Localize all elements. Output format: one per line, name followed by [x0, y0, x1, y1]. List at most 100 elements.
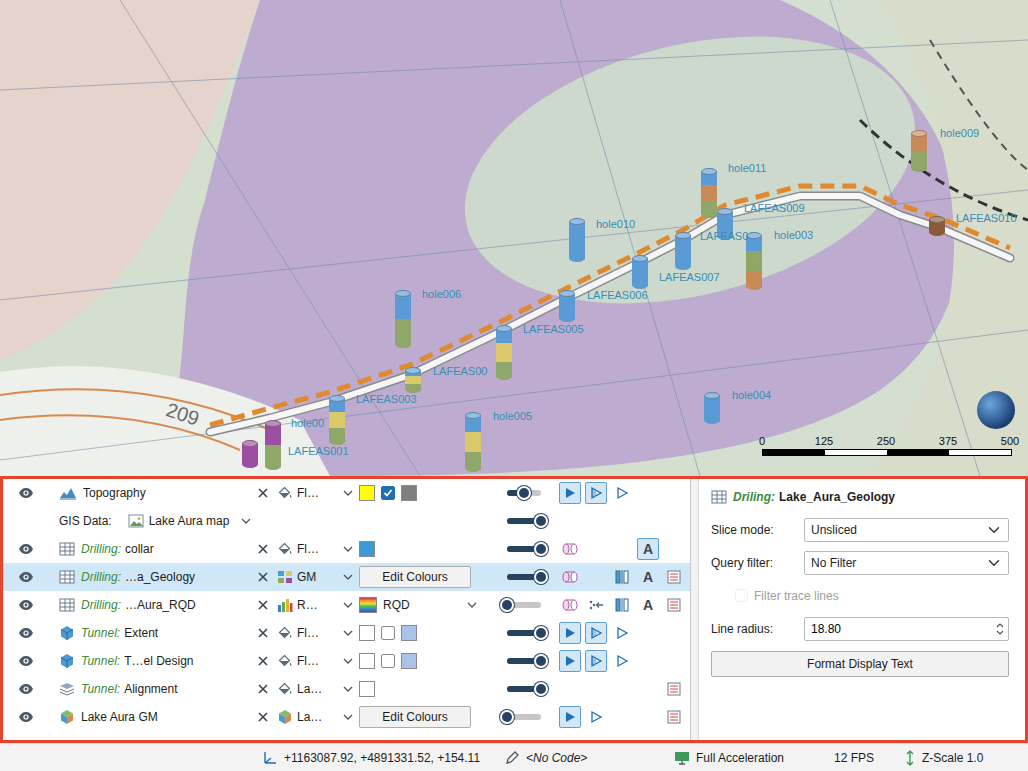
spin-box[interactable] — [804, 617, 1009, 641]
chevron-icon[interactable] — [343, 546, 353, 552]
drillhole[interactable] — [496, 325, 512, 380]
opacity-slider[interactable] — [507, 518, 541, 524]
colour-swatch[interactable] — [359, 681, 375, 697]
map-select[interactable]: Lake Aura map — [149, 512, 230, 530]
visibility-eye-icon[interactable] — [18, 655, 34, 667]
table-button[interactable] — [663, 678, 685, 700]
table-button[interactable] — [663, 566, 685, 588]
play-button[interactable] — [559, 482, 581, 504]
style-select[interactable]: Fl… — [277, 624, 353, 642]
opacity-slider[interactable] — [507, 546, 541, 552]
slider-knob[interactable] — [534, 654, 548, 668]
triangle-button[interactable] — [611, 482, 633, 504]
visibility-eye-icon[interactable] — [18, 711, 34, 723]
bars-button[interactable] — [611, 594, 633, 616]
remove-x-icon[interactable] — [257, 487, 269, 499]
chevron-icon[interactable] — [343, 714, 353, 720]
colour-swatch[interactable] — [359, 541, 375, 557]
slider-knob[interactable] — [500, 710, 514, 724]
splitter[interactable] — [691, 479, 699, 740]
remove-x-icon[interactable] — [257, 683, 269, 695]
drillhole[interactable] — [569, 218, 585, 262]
style-select[interactable]: La… — [277, 708, 353, 726]
chevron-icon[interactable] — [343, 630, 353, 636]
drillhole[interactable] — [675, 232, 691, 270]
chevron-icon[interactable] — [343, 658, 353, 664]
colour-swatch[interactable] — [401, 485, 417, 501]
slider-knob[interactable] — [500, 598, 514, 612]
slider-knob[interactable] — [534, 626, 548, 640]
play-button[interactable] — [559, 706, 581, 728]
drillhole[interactable] — [395, 290, 411, 348]
label-button[interactable]: A — [637, 566, 659, 588]
chevron-icon[interactable] — [343, 602, 353, 608]
drillhole[interactable] — [701, 168, 717, 218]
cylinder-button[interactable] — [559, 538, 581, 560]
orientation-globe-icon[interactable] — [977, 391, 1015, 429]
style-select[interactable]: Fl… — [277, 484, 353, 502]
table-button[interactable] — [663, 706, 685, 728]
bars-button[interactable] — [611, 566, 633, 588]
opacity-slider[interactable] — [507, 490, 541, 496]
layer-row[interactable]: Drilling:…Aura_RQDR…RQDA — [3, 591, 690, 619]
style-select[interactable]: GM — [277, 568, 353, 586]
layer-row[interactable]: GIS Data:Lake Aura map — [3, 507, 690, 535]
spin-arrows-icon[interactable] — [996, 622, 1004, 636]
dropdown[interactable]: Unsliced — [804, 518, 1009, 542]
play-button[interactable] — [559, 622, 581, 644]
label-button[interactable]: A — [637, 538, 659, 560]
arrows-button[interactable] — [585, 594, 607, 616]
format-display-text-button[interactable]: Format Display Text — [711, 651, 1009, 677]
cylinder-button[interactable] — [559, 566, 581, 588]
slice-button[interactable] — [585, 622, 607, 644]
layer-row[interactable]: Lake Aura GMLa…Edit Colours — [3, 703, 690, 731]
chevron-icon[interactable] — [467, 602, 477, 608]
edit-colours-button[interactable]: Edit Colours — [359, 566, 471, 588]
drillhole[interactable] — [405, 367, 421, 393]
colour-swatch[interactable] — [401, 653, 417, 669]
colour-swatch[interactable] — [401, 625, 417, 641]
table-button[interactable] — [663, 594, 685, 616]
visibility-eye-icon[interactable] — [18, 627, 34, 639]
slider-knob[interactable] — [534, 514, 548, 528]
slider-knob[interactable] — [534, 682, 548, 696]
slice-button[interactable] — [585, 482, 607, 504]
drillhole[interactable] — [242, 440, 258, 468]
visibility-eye-icon[interactable] — [18, 683, 34, 695]
layer-row[interactable]: Drilling:collarFl…A — [3, 535, 690, 563]
chevron-icon[interactable] — [241, 518, 251, 524]
style-select[interactable]: R… — [277, 596, 353, 614]
slice-button[interactable] — [585, 650, 607, 672]
style-select[interactable]: Fl… — [277, 652, 353, 670]
visibility-eye-icon[interactable] — [18, 599, 34, 611]
label-button[interactable]: A — [637, 594, 659, 616]
colour-checkbox[interactable] — [381, 486, 395, 500]
drillhole[interactable] — [929, 216, 945, 236]
triangle-button[interactable] — [611, 622, 633, 644]
slider-knob[interactable] — [517, 486, 531, 500]
opacity-slider[interactable] — [507, 574, 541, 580]
drillhole[interactable] — [329, 395, 345, 445]
layer-row[interactable]: Tunnel:AlignmentLa… — [3, 675, 690, 703]
opacity-slider[interactable] — [507, 714, 541, 720]
colour-checkbox[interactable] — [381, 654, 395, 668]
drillhole[interactable] — [265, 420, 281, 470]
layer-row[interactable]: Tunnel:T…el DesignFl… — [3, 647, 690, 675]
drillhole[interactable] — [911, 130, 927, 172]
number-input[interactable] — [811, 620, 996, 638]
style-select[interactable]: La… — [277, 680, 353, 698]
layer-row[interactable]: Drilling:…a_GeologyGMEdit ColoursA — [3, 563, 690, 591]
style-select[interactable]: Fl… — [277, 540, 353, 558]
chevron-icon[interactable] — [343, 574, 353, 580]
opacity-slider[interactable] — [507, 602, 541, 608]
play-button[interactable] — [559, 650, 581, 672]
visibility-eye-icon[interactable] — [18, 543, 34, 555]
drillhole[interactable] — [746, 232, 762, 290]
colour-checkbox[interactable] — [381, 626, 395, 640]
layer-row[interactable]: Tunnel:ExtentFl… — [3, 619, 690, 647]
layer-row[interactable]: TopographyFl… — [3, 479, 690, 507]
edit-colours-button[interactable]: Edit Colours — [359, 706, 471, 728]
remove-x-icon[interactable] — [257, 599, 269, 611]
chevron-icon[interactable] — [343, 490, 353, 496]
triangle-button[interactable] — [611, 650, 633, 672]
